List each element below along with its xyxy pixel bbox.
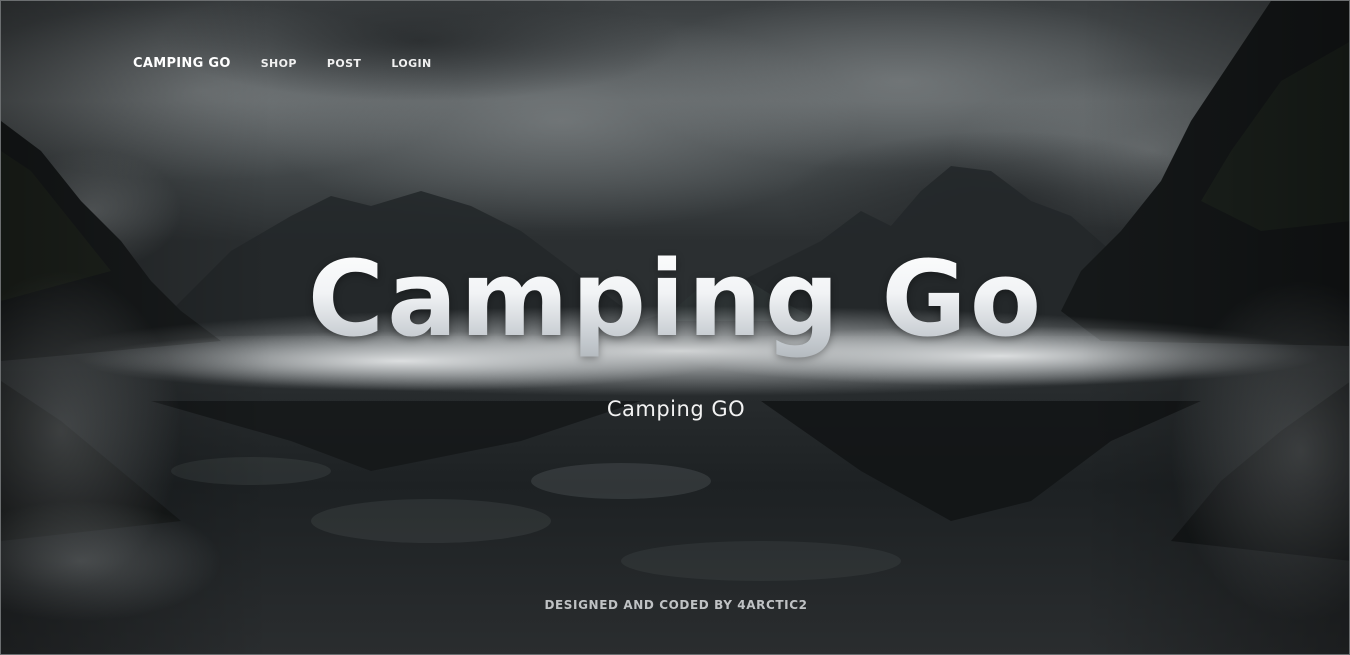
hero-title: Camping Go bbox=[1, 239, 1349, 359]
hero-subtitle: Camping GO bbox=[606, 397, 746, 421]
page: CAMPING GO SHOP POST LOGIN Camping Go Ca… bbox=[0, 0, 1350, 655]
nav-link-shop[interactable]: SHOP bbox=[261, 57, 297, 70]
nav-link-post[interactable]: POST bbox=[327, 57, 361, 70]
brand-link[interactable]: CAMPING GO bbox=[133, 56, 231, 71]
top-navigation: CAMPING GO SHOP POST LOGIN bbox=[133, 53, 462, 73]
footer-credit: DESIGNED AND CODED BY 4ARCTIC2 bbox=[544, 598, 808, 612]
nav-link-login[interactable]: LOGIN bbox=[391, 57, 431, 70]
